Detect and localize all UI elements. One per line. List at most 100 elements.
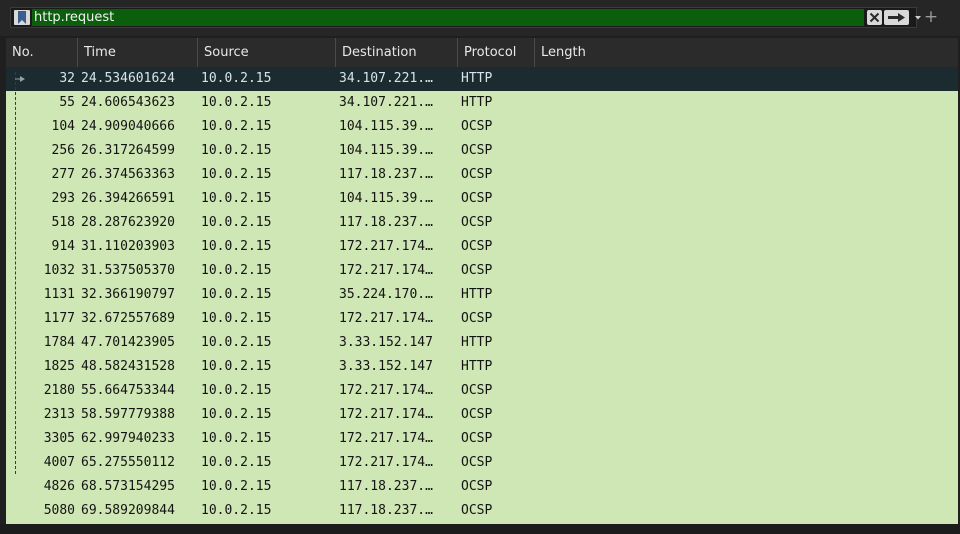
packet-cell-src: 10.0.2.15 [201,503,272,518]
packet-cell-src: 10.0.2.15 [201,287,272,302]
packet-cell-src: 10.0.2.15 [201,95,272,110]
display-filter-input[interactable] [32,9,864,26]
packet-cell-no: 104 [51,119,75,134]
column-header-source[interactable]: Source [198,38,336,67]
packet-cell-dst: 172.217.174… [339,383,433,398]
packet-cell-time: 55.664753344 [81,383,175,398]
bottom-edge [0,524,960,534]
packet-cell-proto: OCSP [461,263,493,278]
packet-row[interactable]: 55 24.606543623 10.0.2.15 34.107.221.… HTTP [6,91,958,115]
packet-cell-src: 10.0.2.15 [201,359,272,374]
column-header-protocol[interactable]: Protocol [458,38,535,67]
packet-cell-no: 4826 [43,479,75,494]
packet-list[interactable]: No. Time Source Destination Protocol Len… [6,38,958,524]
packet-cell-dst: 117.18.237.… [339,479,433,494]
packet-row[interactable]: 104 24.909040666 10.0.2.15 104.115.39.… OCSP [6,115,958,139]
packet-row[interactable]: 5080 69.589209844 10.0.2.15 117.18.237.… OCS… [6,499,958,523]
packet-cell-proto: OCSP [461,191,493,206]
request-arrow-icon [15,76,25,82]
packet-cell-dst: 3.33.152.147 [339,359,433,374]
packet-cell-time: 24.909040666 [81,119,175,134]
packet-cell-no: 2180 [43,383,75,398]
column-header-length[interactable]: Length [535,38,958,67]
packet-cell-proto: OCSP [461,407,493,422]
packet-cell-time: 32.672557689 [81,311,175,326]
packet-row[interactable]: 1131 32.366190797 10.0.2.15 35.224.170.… HTT… [6,283,958,307]
packet-row[interactable]: 1825 48.582431528 10.0.2.15 3.33.152.147 HTT… [6,355,958,379]
packet-row[interactable]: 256 26.317264599 10.0.2.15 104.115.39.… OCSP [6,139,958,163]
packet-cell-proto: OCSP [461,215,493,230]
packet-cell-dst: 104.115.39.… [339,143,433,158]
packet-cell-time: 32.366190797 [81,287,175,302]
packet-cell-time: 48.582431528 [81,359,175,374]
packet-row[interactable]: 914 31.110203903 10.0.2.15 172.217.174… OCSP [6,235,958,259]
packet-cell-time: 62.997940233 [81,431,175,446]
apply-filter-button[interactable] [884,10,909,25]
packet-cell-src: 10.0.2.15 [201,335,272,350]
display-filter-toolbar: + [0,0,960,36]
packet-cell-no: 4007 [43,455,75,470]
packet-cell-dst: 172.217.174… [339,431,433,446]
packet-row[interactable]: 518 28.287623920 10.0.2.15 117.18.237.… OCSP [6,211,958,235]
packet-cell-proto: OCSP [461,479,493,494]
packet-cell-src: 10.0.2.15 [201,191,272,206]
column-header-time[interactable]: Time [78,38,198,67]
packet-cell-proto: OCSP [461,167,493,182]
packet-row[interactable]: 4007 65.275550112 10.0.2.15 172.217.174… OCS… [6,451,958,475]
packet-cell-time: 26.394266591 [81,191,175,206]
clear-filter-button[interactable] [867,10,882,25]
packet-row[interactable]: 1032 31.537505370 10.0.2.15 172.217.174… OCS… [6,259,958,283]
packet-row[interactable]: 3305 62.997940233 10.0.2.15 172.217.174… OCS… [6,427,958,451]
packet-cell-no: 1131 [43,287,75,302]
packet-cell-no: 518 [51,215,75,230]
packet-cell-time: 26.374563363 [81,167,175,182]
packet-cell-no: 3305 [43,431,75,446]
packet-row[interactable]: 277 26.374563363 10.0.2.15 117.18.237.… OCSP [6,163,958,187]
packet-row[interactable]: 293 26.394266591 10.0.2.15 104.115.39.… OCSP [6,187,958,211]
packet-cell-proto: OCSP [461,239,493,254]
packet-cell-src: 10.0.2.15 [201,479,272,494]
packet-cell-time: 69.589209844 [81,503,175,518]
packet-row[interactable]: 1784 47.701423905 10.0.2.15 3.33.152.147 HTT… [6,331,958,355]
packet-list-header: No. Time Source Destination Protocol Len… [6,38,958,67]
add-filter-button[interactable]: + [921,6,941,28]
packet-cell-proto: OCSP [461,431,493,446]
packet-cell-proto: OCSP [461,455,493,470]
packet-row[interactable]: 2180 55.664753344 10.0.2.15 172.217.174… OCS… [6,379,958,403]
packet-cell-proto: HTTP [461,95,493,110]
clear-icon [869,12,880,23]
packet-cell-dst: 117.18.237.… [339,215,433,230]
column-header-no[interactable]: No. [6,38,78,67]
packet-cell-time: 24.534601624 [81,71,175,86]
packet-cell-no: 914 [51,239,75,254]
packet-cell-src: 10.0.2.15 [201,71,272,86]
packet-row[interactable]: 2313 58.597779388 10.0.2.15 172.217.174… OCS… [6,403,958,427]
packet-row[interactable]: 32 24.534601624 10.0.2.15 34.107.221.… HTTP [6,67,958,91]
packet-cell-time: 31.537505370 [81,263,175,278]
packet-cell-no: 1825 [43,359,75,374]
packet-cell-no: 5080 [43,503,75,518]
filter-bookmark-button[interactable] [14,10,30,25]
packet-cell-dst: 117.18.237.… [339,167,433,182]
packet-cell-dst: 34.107.221.… [339,95,433,110]
packet-cell-time: 24.606543623 [81,95,175,110]
related-packets-line [15,72,16,474]
packet-cell-dst: 117.18.237.… [339,503,433,518]
packet-cell-dst: 172.217.174… [339,263,433,278]
packet-cell-no: 1784 [43,335,75,350]
packet-cell-src: 10.0.2.15 [201,119,272,134]
packet-cell-src: 10.0.2.15 [201,263,272,278]
packet-row[interactable]: 1177 32.672557689 10.0.2.15 172.217.174… OCS… [6,307,958,331]
packet-cell-time: 65.275550112 [81,455,175,470]
packet-cell-proto: HTTP [461,359,493,374]
packet-cell-no: 256 [51,143,75,158]
packet-cell-proto: HTTP [461,287,493,302]
packet-cell-no: 293 [51,191,75,206]
packet-cell-time: 26.317264599 [81,143,175,158]
packet-cell-time: 31.110203903 [81,239,175,254]
packet-cell-dst: 35.224.170.… [339,287,433,302]
packet-cell-proto: HTTP [461,335,493,350]
column-header-destination[interactable]: Destination [336,38,458,67]
packet-row[interactable]: 4826 68.573154295 10.0.2.15 117.18.237.… OCS… [6,475,958,499]
packet-cell-dst: 104.115.39.… [339,191,433,206]
